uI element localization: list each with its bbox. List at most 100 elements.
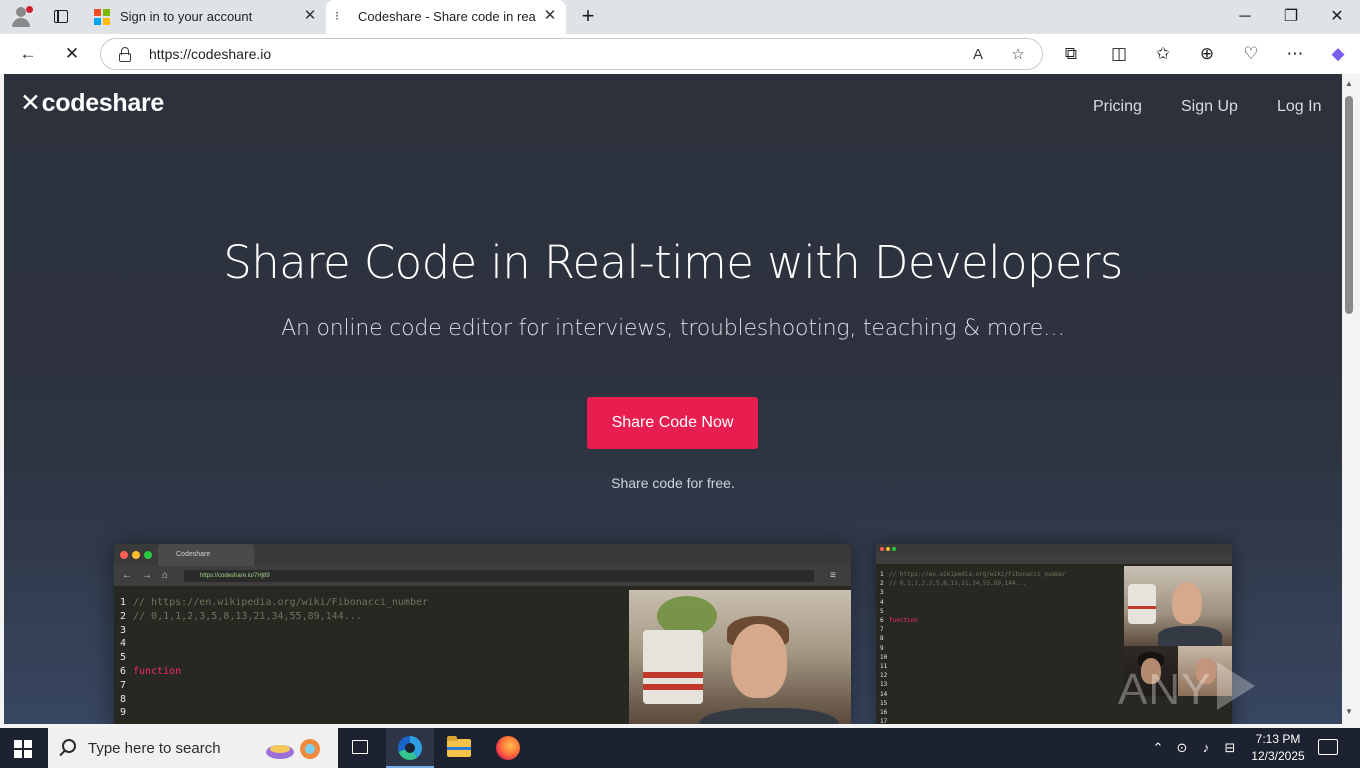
taskbar-clock[interactable]: 7:13 PM 12/3/2025 bbox=[1248, 731, 1308, 765]
code-line: 10 bbox=[880, 653, 1066, 662]
tab-actions-icon[interactable] bbox=[46, 6, 74, 28]
code-line: 12 bbox=[880, 671, 1066, 680]
share-code-now-button[interactable]: Share Code Now bbox=[587, 397, 758, 449]
menu-icon: ≡ bbox=[830, 570, 836, 581]
line-number: 3 bbox=[880, 589, 884, 597]
meet-now-icon[interactable]: ⊙ bbox=[1172, 728, 1192, 768]
page-scrollbar[interactable]: ▲ ▼ bbox=[1342, 74, 1356, 724]
line-number: 9 bbox=[880, 644, 884, 652]
firefox-icon bbox=[496, 736, 520, 760]
tab-title: Sign in to your account bbox=[120, 9, 253, 24]
nav-login-link[interactable]: Log In bbox=[1277, 98, 1321, 116]
line-number: 8 bbox=[880, 635, 884, 643]
copilot-icon[interactable]: ◆ bbox=[1326, 42, 1350, 66]
code-line: 2 // 0,1,1,2,3,5,8,13,21,34,55,89,144... bbox=[880, 579, 1066, 588]
more-menu-icon[interactable]: ⋯ bbox=[1283, 42, 1307, 66]
code-line: 5 bbox=[120, 651, 428, 665]
search-icon bbox=[62, 739, 76, 753]
code-line: 1 // https://en.wikipedia.org/wiki/Fibona… bbox=[120, 596, 428, 610]
anyrun-watermark: ANYRUN bbox=[1118, 662, 1342, 724]
loading-spinner-icon: ⁝ bbox=[335, 9, 339, 23]
close-tab-icon[interactable]: ✕ bbox=[302, 8, 318, 24]
new-tab-button[interactable]: + bbox=[576, 5, 600, 28]
taskbar-file-explorer[interactable] bbox=[435, 728, 483, 768]
code-line: 3 bbox=[120, 624, 428, 638]
search-highlight-icon bbox=[266, 739, 320, 759]
task-view-icon bbox=[352, 740, 368, 754]
close-tab-icon[interactable]: ✕ bbox=[542, 8, 558, 24]
line-number: 13 bbox=[880, 681, 888, 689]
profile-avatar-icon[interactable] bbox=[8, 4, 36, 30]
windows-taskbar: Type here to search ⌃ ⊙ ♪ ⊟ 7:13 PM 12/3… bbox=[0, 728, 1360, 768]
code-line: 5 bbox=[880, 607, 1066, 616]
scroll-up-icon[interactable]: ▲ bbox=[1342, 78, 1356, 90]
code-line: 1 // https://en.wikipedia.org/wiki/Fibona… bbox=[880, 570, 1066, 579]
code-line: 14 bbox=[880, 690, 1066, 699]
address-url[interactable]: https://codeshare.io bbox=[149, 46, 271, 62]
browser-tab-strip: Sign in to your account ✕ ⁝ Codeshare - … bbox=[0, 0, 1360, 34]
read-aloud-icon[interactable]: A bbox=[966, 43, 990, 67]
code-text: function bbox=[133, 665, 182, 677]
clock-time: 7:13 PM bbox=[1255, 732, 1301, 746]
hero-subtitle: An online code editor for interviews, tr… bbox=[281, 316, 1065, 341]
nav-pricing-link[interactable]: Pricing bbox=[1093, 98, 1142, 116]
page-viewport: ✕codeshare Pricing Sign Up Log In Share … bbox=[4, 74, 1342, 724]
address-bar[interactable]: https://codeshare.io A ☆ bbox=[100, 38, 1043, 70]
forward-arrow-icon: → bbox=[142, 570, 152, 581]
close-window-button[interactable]: ✕ bbox=[1314, 0, 1360, 34]
favorite-star-icon[interactable]: ☆ bbox=[1006, 43, 1030, 67]
code-line: 6 function bbox=[120, 665, 428, 679]
close-dot-icon bbox=[120, 551, 128, 559]
edge-icon bbox=[398, 736, 422, 760]
video-call-feed bbox=[629, 590, 851, 724]
lock-icon[interactable] bbox=[118, 47, 132, 62]
line-number: 2 bbox=[120, 610, 127, 622]
back-arrow-icon[interactable]: ← bbox=[16, 42, 40, 66]
code-line: 15 bbox=[880, 699, 1066, 708]
split-screen-icon[interactable]: ◫ bbox=[1107, 42, 1131, 66]
code-line: 6 function bbox=[880, 616, 1066, 625]
code-lines: 1 // https://en.wikipedia.org/wiki/Fibona… bbox=[880, 570, 1066, 724]
taskbar-firefox[interactable] bbox=[484, 728, 532, 768]
nav-signup-link[interactable]: Sign Up bbox=[1181, 98, 1238, 116]
line-number: 15 bbox=[880, 699, 888, 707]
code-text: // 0,1,1,2,3,5,8,13,21,34,55,89,144... bbox=[133, 610, 362, 622]
code-line: 16 bbox=[880, 708, 1066, 717]
line-number: 6 bbox=[120, 665, 127, 677]
codeshare-x-icon: ✕ bbox=[20, 89, 41, 117]
minimize-dot-icon bbox=[132, 551, 140, 559]
line-number: 7 bbox=[880, 626, 884, 634]
browser-essentials-icon[interactable]: ♡ bbox=[1239, 42, 1263, 66]
minimize-button[interactable]: ─ bbox=[1222, 0, 1268, 34]
preview-url: https://codeshare.io/7Hj89 bbox=[184, 570, 814, 582]
restore-button[interactable]: ❐ bbox=[1268, 0, 1314, 34]
code-lines: 1 // https://en.wikipedia.org/wiki/Fibona… bbox=[120, 596, 428, 720]
show-hidden-icons-icon[interactable]: ⌃ bbox=[1148, 728, 1168, 768]
collections-icon[interactable]: ⊕ bbox=[1195, 42, 1219, 66]
line-number: 7 bbox=[120, 679, 127, 691]
extensions-icon[interactable]: ⧉ bbox=[1059, 42, 1083, 66]
scroll-down-icon[interactable]: ▼ bbox=[1342, 706, 1356, 718]
network-icon[interactable]: ⊟ bbox=[1220, 728, 1240, 768]
notifications-icon[interactable] bbox=[1318, 739, 1338, 755]
task-view-button[interactable] bbox=[336, 728, 384, 768]
line-number: 9 bbox=[120, 707, 127, 719]
video-call-feed bbox=[1124, 566, 1232, 646]
code-line: 9 bbox=[880, 644, 1066, 653]
line-number: 1 bbox=[880, 571, 884, 578]
scrollbar-thumb[interactable] bbox=[1345, 96, 1353, 314]
windows-start-icon[interactable] bbox=[14, 740, 32, 758]
line-number: 11 bbox=[880, 663, 888, 671]
code-text: // https://en.wikipedia.org/wiki/Fibonac… bbox=[133, 597, 429, 608]
code-line: 4 bbox=[120, 637, 428, 651]
taskbar-edge[interactable] bbox=[386, 728, 434, 768]
browser-tab-signin[interactable]: Sign in to your account ✕ bbox=[86, 0, 326, 34]
taskbar-search-box[interactable]: Type here to search bbox=[48, 728, 338, 768]
stop-loading-icon[interactable]: ✕ bbox=[60, 42, 84, 66]
codeshare-logo[interactable]: ✕codeshare bbox=[20, 88, 164, 118]
favorites-icon[interactable]: ✩ bbox=[1151, 42, 1175, 66]
clock-date: 12/3/2025 bbox=[1251, 749, 1305, 763]
volume-icon[interactable]: ♪ bbox=[1196, 728, 1216, 768]
folder-icon bbox=[447, 736, 471, 757]
browser-tab-codeshare[interactable]: ⁝ Codeshare - Share code in real-time ✕ bbox=[326, 0, 566, 34]
